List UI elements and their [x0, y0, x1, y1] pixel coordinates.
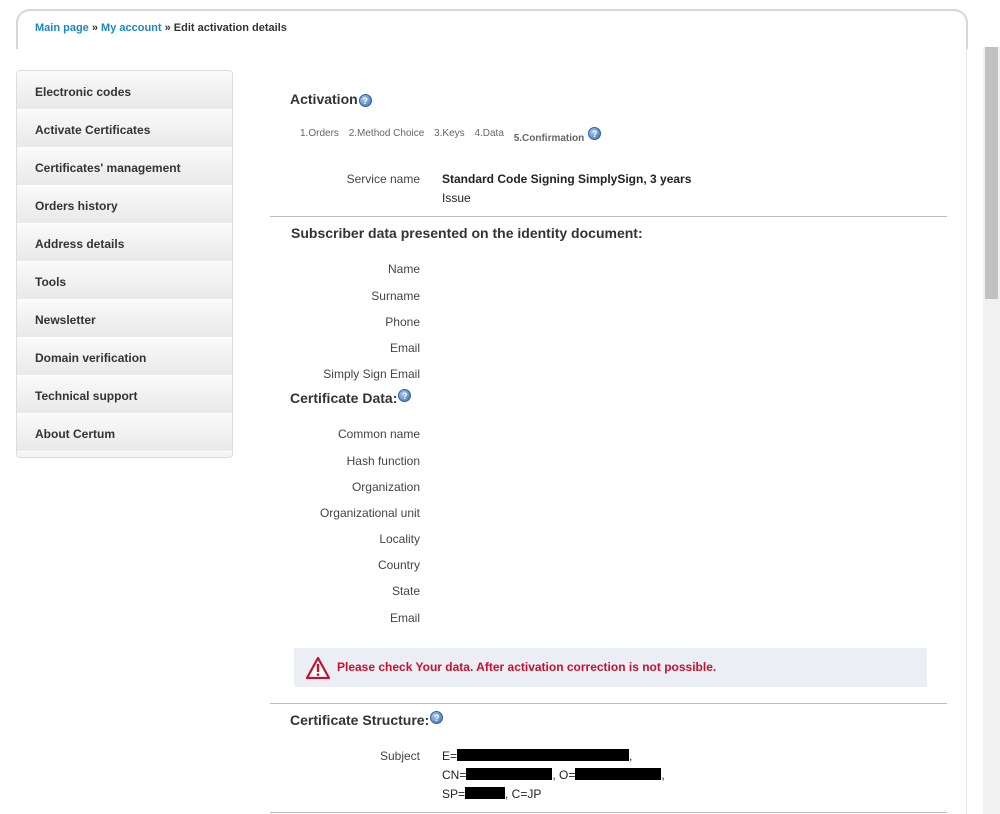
subscriber-simplysign-email-label: Simply Sign Email — [323, 367, 420, 381]
subject-line-2: CN= , O=, — [442, 768, 665, 782]
help-icon[interactable]: ? — [430, 711, 444, 724]
breadcrumb: Main page » My account » Edit activation… — [35, 22, 287, 34]
subscriber-surname-label: Surname — [371, 289, 420, 303]
step-confirmation: 5.Confirmation — [513, 133, 585, 145]
divider — [270, 812, 947, 813]
redacted-block — [575, 768, 662, 780]
step-method-choice: 2.Method Choice — [348, 128, 425, 140]
service-name-value: Standard Code Signing SimplySign, 3 year… — [442, 172, 692, 186]
subscriber-name-label: Name — [387, 262, 420, 276]
warning-text: Please check Your data. After activation… — [337, 660, 717, 674]
service-name-label: Service name — [346, 172, 420, 186]
subscriber-phone-label: Phone — [385, 315, 420, 329]
activation-steps: 1.Orders 2.Method Choice 3.Keys 4.Data 5… — [300, 127, 608, 144]
service-type-value: Issue — [442, 191, 471, 205]
breadcrumb-main-page-link[interactable]: Main page — [35, 22, 89, 34]
subject-country-suffix: , C=JP — [505, 787, 542, 801]
cert-common-name-label: Common name — [337, 427, 420, 441]
warning-triangle-icon — [306, 657, 330, 679]
subject-sp-prefix: SP= — [442, 787, 466, 801]
sidebar-item-tools[interactable]: Tools — [17, 262, 232, 300]
step-orders: 1.Orders — [300, 128, 339, 140]
activation-title-text: Activation — [290, 91, 358, 107]
redacted-block — [465, 787, 506, 799]
redacted-block — [457, 749, 630, 761]
subject-line-1-suffix: , — [629, 749, 633, 763]
cert-hash-function-label: Hash function — [346, 454, 420, 468]
certificate-data-title: Certificate Data:? — [290, 389, 412, 406]
content-right-border — [966, 47, 967, 814]
cert-organizational-unit-label: Organizational unit — [319, 506, 420, 520]
sidebar-item-activate-certificates[interactable]: Activate Certificates — [17, 110, 232, 148]
breadcrumb-bar: Main page » My account » Edit activation… — [16, 9, 968, 49]
sidebar-menu: Electronic codes Activate Certificates C… — [16, 70, 233, 458]
subject-cn-prefix: CN= — [442, 768, 467, 782]
warning-box: Please check Your data. After activation… — [294, 648, 927, 687]
help-icon[interactable]: ? — [588, 127, 602, 140]
subject-line-1: E=, — [442, 749, 632, 763]
step-data: 4.Data — [474, 128, 504, 140]
certificate-data-title-text: Certificate Data: — [290, 390, 398, 406]
subject-line-2-suffix: , — [661, 768, 665, 782]
scrollbar[interactable] — [983, 47, 1000, 814]
breadcrumb-separator: » — [88, 22, 102, 34]
subject-o-prefix: , O= — [552, 768, 576, 782]
subject-line-3: SP= , C=JP — [442, 787, 541, 801]
redacted-block — [466, 768, 553, 780]
subject-email-prefix: E= — [442, 749, 458, 763]
divider — [270, 703, 947, 704]
scrollbar-thumb[interactable] — [985, 47, 998, 299]
cert-organization-label: Organization — [351, 480, 420, 494]
sidebar-item-certificates-management[interactable]: Certificates' management — [17, 148, 232, 186]
help-icon[interactable]: ? — [358, 93, 372, 107]
sidebar-item-about-certum[interactable]: About Certum — [17, 414, 232, 452]
sidebar-item-address-details[interactable]: Address details — [17, 224, 232, 262]
help-icon[interactable]: ? — [398, 389, 412, 402]
activation-title: Activation? — [290, 91, 372, 107]
certificate-structure-title-text: Certificate Structure: — [290, 712, 430, 728]
subject-label: Subject — [379, 749, 420, 763]
sidebar-item-orders-history[interactable]: Orders history — [17, 186, 232, 224]
sidebar-item-domain-verification[interactable]: Domain verification — [17, 338, 232, 376]
sidebar-item-newsletter[interactable]: Newsletter — [17, 300, 232, 338]
subscriber-section-title: Subscriber data presented on the identit… — [291, 225, 643, 241]
breadcrumb-my-account-link[interactable]: My account — [101, 22, 162, 34]
sidebar-item-technical-support[interactable]: Technical support — [17, 376, 232, 414]
step-keys: 3.Keys — [434, 128, 465, 140]
sidebar-item-electronic-codes[interactable]: Electronic codes — [17, 71, 232, 110]
cert-state-label: State — [391, 584, 420, 598]
cert-email-label: Email — [389, 611, 420, 625]
breadcrumb-separator: » — [161, 22, 174, 34]
cert-country-label: Country — [377, 558, 420, 572]
subscriber-email-label: Email — [389, 341, 420, 355]
cert-locality-label: Locality — [379, 532, 420, 546]
divider — [270, 216, 947, 217]
certificate-structure-title: Certificate Structure:? — [290, 711, 444, 728]
breadcrumb-current: Edit activation details — [173, 22, 287, 34]
